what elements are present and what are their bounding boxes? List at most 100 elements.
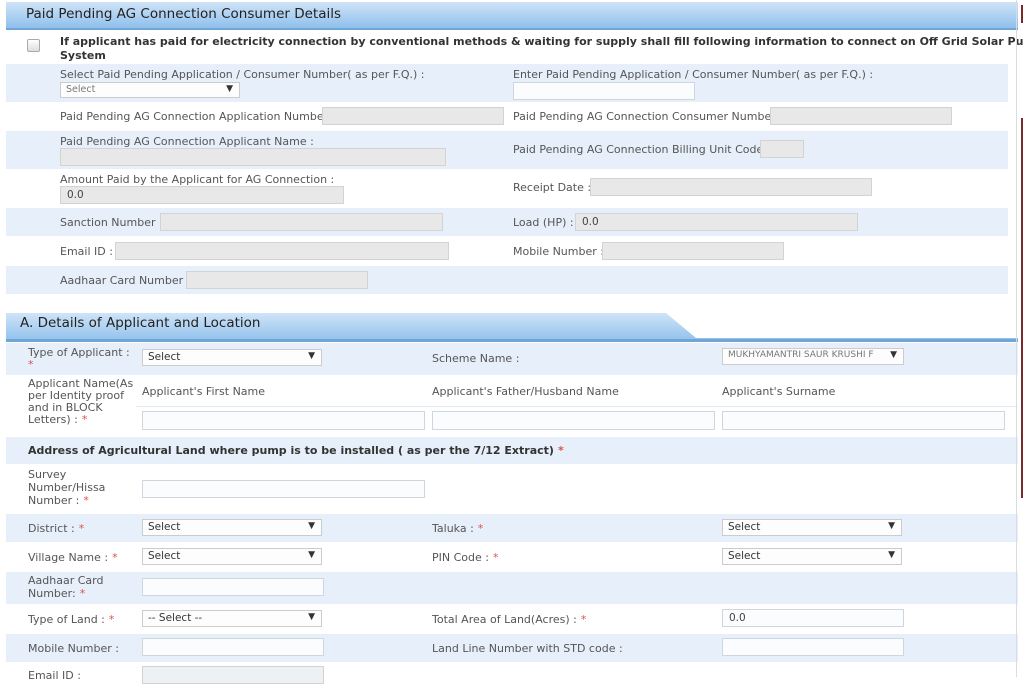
required-marker: * (112, 551, 118, 564)
paid-pending-checkbox-label: If applicant has paid for electricity co… (60, 35, 1024, 48)
email-input[interactable] (115, 242, 449, 260)
survey-label: Survey Number/Hissa Number : * (28, 468, 106, 507)
required-marker: * (492, 551, 499, 564)
mobile-label: Mobile Number : (513, 245, 604, 258)
row-aadhaar-a: Aadhaar Card Number: * (6, 572, 1018, 604)
pin-dropdown[interactable]: Select ▼ (722, 548, 902, 565)
right-border (1016, 0, 1017, 677)
pin-label: PIN Code : * (432, 551, 499, 564)
chevron-down-icon: ▼ (226, 84, 233, 94)
load-label: Load (HP) : (513, 216, 574, 229)
consumer-number-input[interactable] (770, 107, 952, 125)
applicant-name-input[interactable] (60, 148, 446, 166)
required-marker: * (83, 494, 89, 507)
aadhaar-a-input[interactable] (142, 578, 324, 596)
total-area-input[interactable]: 0.0 (722, 609, 904, 627)
land-type-dropdown[interactable]: -- Select -- ▼ (142, 610, 322, 627)
row-aadhaar: Aadhaar Card Number : (6, 266, 1008, 294)
row-name-billing: Paid Pending AG Connection Applicant Nam… (6, 131, 1008, 169)
required-marker: * (580, 613, 587, 626)
email-label: Email ID : (60, 245, 113, 258)
type-applicant-dropdown[interactable]: Select ▼ (142, 349, 322, 366)
paid-pending-header: Paid Pending AG Connection Consumer Deta… (6, 2, 1018, 30)
type-applicant-label: Type of Applicant : (28, 346, 130, 359)
chevron-down-icon: ▼ (308, 612, 315, 622)
required-marker: * (78, 522, 85, 535)
required-marker: * (477, 522, 484, 535)
aadhaar-label: Aadhaar Card Number : (60, 274, 191, 287)
billing-unit-input[interactable] (760, 140, 804, 158)
section-a-header: A. Details of Applicant and Location (6, 313, 1018, 342)
village-label: Village Name : * (28, 551, 118, 564)
taluka-dropdown[interactable]: Select ▼ (722, 519, 902, 536)
landline-label: Land Line Number with STD code : (432, 642, 623, 655)
receipt-date-label: Receipt Date : (513, 181, 592, 194)
enter-app-label: Enter Paid Pending Application / Consume… (513, 68, 874, 81)
row-email-mobile: Email ID : Mobile Number : (6, 237, 1008, 265)
paid-pending-checkbox[interactable] (27, 39, 40, 52)
surname-input[interactable] (722, 411, 1005, 430)
chevron-down-icon: ▼ (888, 550, 895, 560)
mobile-a-input[interactable] (142, 638, 324, 656)
right-accent-line (1021, 118, 1023, 498)
first-name-input[interactable] (142, 411, 425, 430)
required-marker: * (557, 444, 564, 457)
paid-pending-checkbox-row: If applicant has paid for electricity co… (6, 30, 1024, 63)
row-app-consumer: Paid Pending AG Connection Application N… (6, 103, 1008, 130)
chevron-down-icon: ▼ (308, 550, 315, 560)
applicant-name-label: Applicant Name(As per Identity proof and… (28, 377, 134, 426)
chevron-down-icon: ▼ (890, 350, 897, 360)
land-type-label: Type of Land : * (28, 613, 115, 626)
required-marker: * (28, 358, 34, 371)
row-mobile-landline: Mobile Number : Land Line Number with ST… (6, 634, 1018, 662)
mobile-a-label: Mobile Number : (28, 642, 119, 655)
sanction-input[interactable] (160, 213, 443, 231)
app-number-label: Paid Pending AG Connection Application N… (60, 110, 336, 123)
load-input[interactable]: 0.0 (575, 213, 858, 231)
enter-app-input[interactable] (513, 82, 695, 100)
chevron-down-icon: ▼ (308, 521, 315, 531)
select-app-dropdown[interactable]: Select ▼ (60, 82, 240, 98)
chevron-down-icon: ▼ (888, 521, 895, 531)
required-marker: * (79, 587, 86, 600)
required-marker: * (108, 613, 115, 626)
district-label: District : * (28, 522, 85, 535)
address-heading: Address of Agricultural Land where pump … (28, 444, 564, 457)
survey-input[interactable] (142, 480, 425, 498)
row-village-pin: Village Name : * Select ▼ PIN Code : * Sel… (6, 543, 1018, 571)
father-name-input[interactable] (432, 411, 715, 430)
surname-label: Applicant's Surname (722, 385, 836, 398)
chevron-down-icon: ▼ (308, 351, 315, 361)
aadhaar-a-label: Aadhaar Card Number: * (28, 574, 104, 600)
email-a-label: Email ID : (28, 669, 81, 682)
father-name-label: Applicant's Father/Husband Name (432, 385, 619, 398)
select-app-label: Select Paid Pending Application / Consum… (60, 68, 425, 81)
required-marker: * (81, 413, 88, 426)
row-district-taluka: District : * Select ▼ Taluka : * Select ▼ (6, 514, 1018, 542)
paid-pending-checkbox-label-2: System (60, 49, 106, 62)
consumer-number-label: Paid Pending AG Connection Consumer Numb… (513, 110, 783, 123)
first-name-label: Applicant's First Name (142, 385, 266, 398)
billing-unit-label: Paid Pending AG Connection Billing Unit … (513, 143, 771, 156)
row-amount-receipt: Amount Paid by the Applicant for AG Conn… (6, 170, 1008, 207)
district-dropdown[interactable]: Select ▼ (142, 519, 322, 536)
aadhaar-input[interactable] (186, 271, 368, 289)
row-survey: Survey Number/Hissa Number : * (6, 465, 1018, 513)
row-sanction-load: Sanction Number : Load (HP) : 0.0 (6, 208, 1008, 236)
village-dropdown[interactable]: Select ▼ (142, 548, 322, 565)
sanction-label: Sanction Number : (60, 216, 163, 229)
landline-input[interactable] (722, 638, 904, 656)
receipt-date-input[interactable] (590, 178, 872, 196)
mobile-input[interactable] (602, 242, 784, 260)
scheme-dropdown[interactable]: MUKHYAMANTRI SAUR KRUSHI F ▼ (722, 348, 904, 365)
row-address-heading: Address of Agricultural Land where pump … (6, 437, 1018, 464)
amount-paid-input[interactable]: 0.0 (60, 186, 344, 204)
section-a-title: A. Details of Applicant and Location (20, 315, 261, 331)
row-select-app: Select Paid Pending Application / Consum… (6, 64, 1008, 102)
taluka-label: Taluka : * (432, 522, 484, 535)
app-number-input[interactable] (322, 107, 504, 125)
applicant-name-label: Paid Pending AG Connection Applicant Nam… (60, 135, 314, 148)
email-a-input[interactable] (142, 666, 324, 684)
right-accent-line (1021, 5, 1023, 23)
amount-paid-label: Amount Paid by the Applicant for AG Conn… (60, 173, 335, 186)
